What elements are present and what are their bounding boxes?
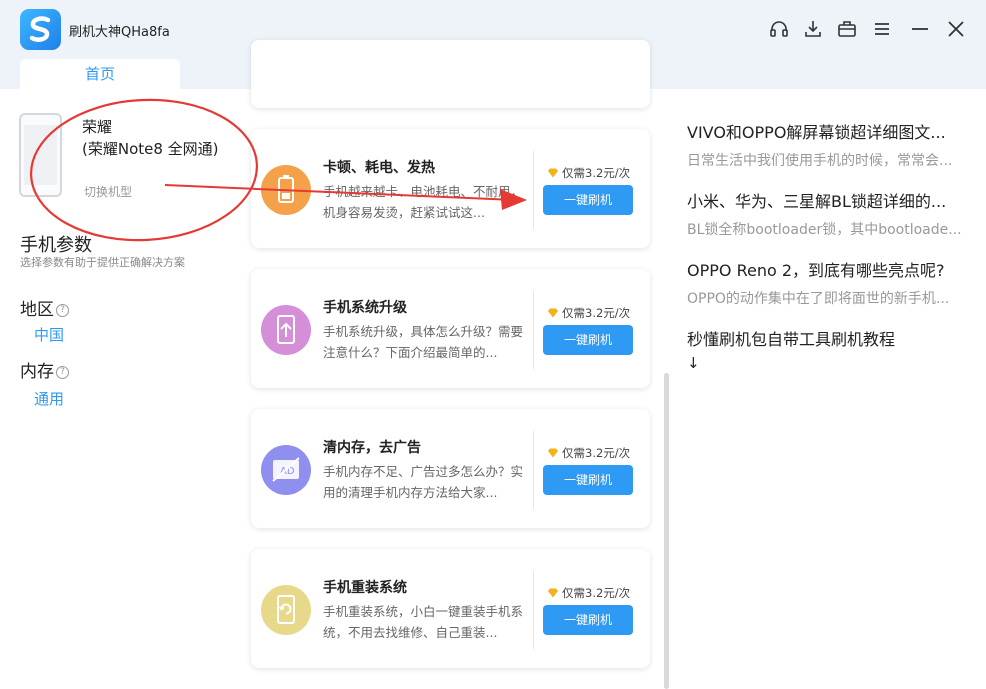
price-text: 仅需3.2元/次 bbox=[562, 446, 631, 460]
toolbox-icon[interactable] bbox=[836, 18, 858, 40]
device-model: (荣耀Note8 全网通) bbox=[82, 140, 219, 158]
ad-block-icon: AD bbox=[261, 445, 311, 495]
params-subtitle: 选择参数有助于提供正确解决方案 bbox=[20, 256, 185, 269]
memory-value[interactable]: 通用 bbox=[34, 388, 64, 409]
service-card: 手机重装系统 手机重装系统，小白一键重装手机系统，不用去找维修、自己重装... … bbox=[251, 549, 650, 668]
flash-button[interactable]: 一键刷机 bbox=[543, 325, 633, 355]
service-card: 手机系统升级 手机系统升级，具体怎么升级？需要注意什么？下面介绍最简单的... … bbox=[251, 269, 650, 388]
price-label: 仅需3.2元/次 bbox=[547, 165, 630, 181]
service-card: 卡顿、耗电、发热 手机越来越卡、电池耗电、不耐用，机身容易发烫，赶紧试试这...… bbox=[251, 129, 650, 248]
battery-icon bbox=[261, 165, 311, 215]
article-title: VIVO和OPPO解屏幕锁超详细图文... bbox=[687, 123, 946, 142]
divider bbox=[533, 291, 534, 369]
help-icon[interactable]: ? bbox=[56, 304, 69, 317]
price-label: 仅需3.2元/次 bbox=[547, 305, 630, 321]
price-text: 仅需3.2元/次 bbox=[562, 306, 631, 320]
service-card: AD 清内存，去广告 手机内存不足、广告过多怎么办？实用的清理手机内存方法给大家… bbox=[251, 409, 650, 528]
diamond-icon bbox=[548, 448, 558, 458]
region-value[interactable]: 中国 bbox=[34, 324, 64, 345]
card-title: 手机重装系统 bbox=[323, 580, 407, 596]
divider bbox=[533, 431, 534, 509]
article-title: 小米、华为、三星解BL锁超详细的... bbox=[687, 192, 947, 211]
article-desc: OPPO的动作集中在了即将面世的新手机... bbox=[687, 291, 950, 307]
article-title: 秒懂刷机包自带工具刷机教程 bbox=[687, 330, 896, 349]
app-title: 刷机大神QHa8fa bbox=[69, 25, 170, 40]
diamond-icon bbox=[548, 168, 558, 178]
device-brand: 荣耀 bbox=[82, 118, 113, 136]
article-item[interactable]: 小米、华为、三星解BL锁超详细的... BL锁全称bootloader锁，其中b… bbox=[687, 188, 967, 239]
region-label: 地区? bbox=[20, 295, 69, 320]
memory-label-text: 内存 bbox=[20, 362, 54, 382]
minimize-icon[interactable] bbox=[909, 18, 931, 40]
flash-button[interactable]: 一键刷机 bbox=[543, 605, 633, 635]
card-desc: 手机越来越卡、电池耗电、不耐用，机身容易发烫，赶紧试试这... bbox=[323, 184, 523, 220]
price-text: 仅需3.2元/次 bbox=[562, 166, 631, 180]
phone-image bbox=[19, 113, 62, 197]
reinstall-icon bbox=[261, 585, 311, 635]
article-desc: ↓ bbox=[687, 354, 700, 372]
flash-button[interactable]: 一键刷机 bbox=[543, 465, 633, 495]
article-item[interactable]: VIVO和OPPO解屏幕锁超详细图文... 日常生活中我们使用手机的时候，常常会… bbox=[687, 119, 967, 170]
card-desc: 手机系统升级，具体怎么升级？需要注意什么？下面介绍最简单的... bbox=[323, 324, 523, 360]
divider bbox=[533, 571, 534, 649]
card-title: 清内存，去广告 bbox=[323, 440, 421, 456]
card-title: 手机系统升级 bbox=[323, 300, 407, 316]
diamond-icon bbox=[548, 308, 558, 318]
price-label: 仅需3.2元/次 bbox=[547, 445, 630, 461]
card-partial bbox=[251, 40, 650, 108]
region-label-text: 地区 bbox=[20, 300, 54, 320]
download-icon[interactable] bbox=[802, 18, 824, 40]
headset-icon[interactable] bbox=[768, 18, 790, 40]
scrollbar-thumb[interactable] bbox=[664, 373, 669, 689]
diamond-icon bbox=[548, 588, 558, 598]
article-title: OPPO Reno 2，到底有哪些亮点呢? bbox=[687, 261, 945, 280]
app-logo-icon bbox=[20, 9, 61, 50]
tab-home[interactable]: 首页 bbox=[20, 59, 180, 89]
switch-model-link[interactable]: 切换机型 bbox=[84, 183, 132, 200]
annotation-ellipse bbox=[29, 98, 259, 242]
close-icon[interactable] bbox=[945, 18, 967, 40]
card-desc: 手机重装系统，小白一键重装手机系统，不用去找维修、自己重装... bbox=[323, 604, 523, 640]
article-desc: BL锁全称bootloader锁，其中bootloade... bbox=[687, 222, 962, 238]
price-label: 仅需3.2元/次 bbox=[547, 585, 630, 601]
divider bbox=[533, 151, 534, 229]
upgrade-icon bbox=[261, 305, 311, 355]
help-icon[interactable]: ? bbox=[56, 366, 69, 379]
card-title: 卡顿、耗电、发热 bbox=[323, 160, 435, 176]
memory-label: 内存? bbox=[20, 357, 69, 382]
article-item[interactable]: OPPO Reno 2，到底有哪些亮点呢? OPPO的动作集中在了即将面世的新手… bbox=[687, 257, 967, 308]
menu-icon[interactable] bbox=[871, 18, 893, 40]
article-item[interactable]: 秒懂刷机包自带工具刷机教程 ↓ bbox=[687, 326, 967, 372]
article-desc: 日常生活中我们使用手机的时候，常常会... bbox=[687, 153, 953, 169]
flash-button[interactable]: 一键刷机 bbox=[543, 185, 633, 215]
card-desc: 手机内存不足、广告过多怎么办？实用的清理手机内存方法给大家... bbox=[323, 464, 523, 500]
price-text: 仅需3.2元/次 bbox=[562, 586, 631, 600]
